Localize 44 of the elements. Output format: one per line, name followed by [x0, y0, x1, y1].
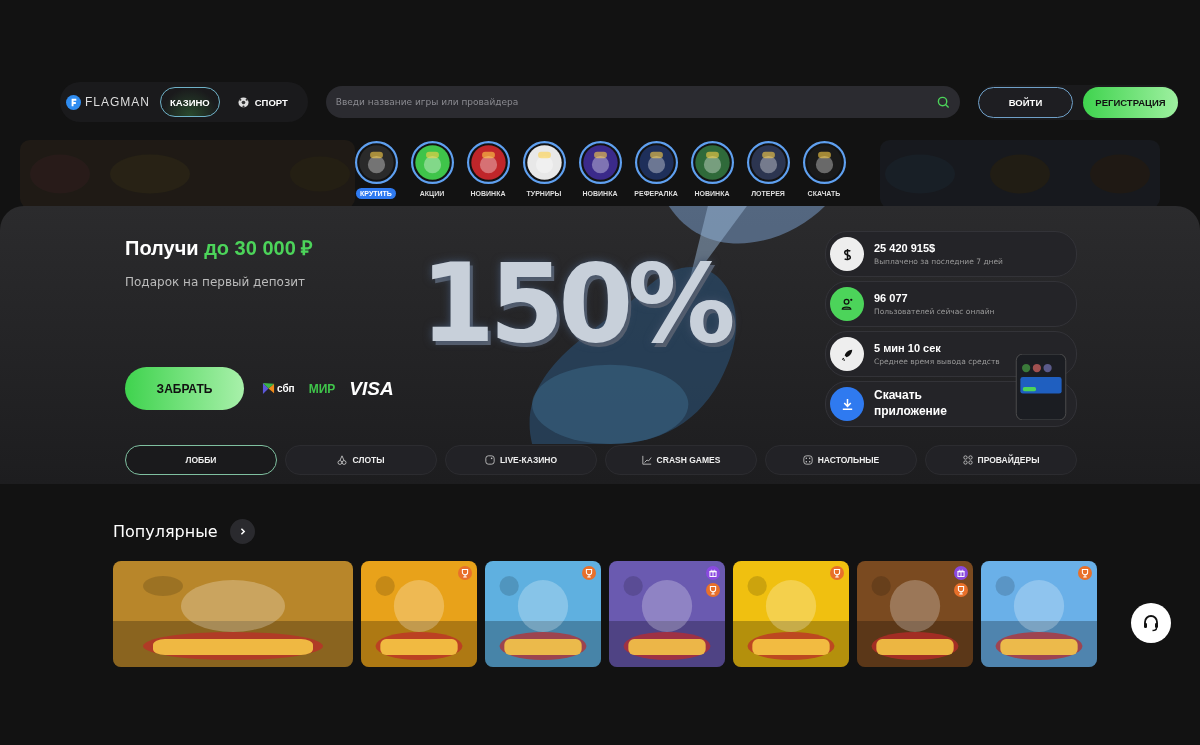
stat-value: 5 мин 10 сек	[874, 342, 942, 354]
category-tab[interactable]: LIVE-КАЗИНО	[445, 445, 597, 476]
headset-icon	[1141, 613, 1161, 633]
trophy-icon	[1078, 566, 1092, 580]
promo-title: Получи до 30 000 ₽	[125, 236, 315, 261]
stat-value: Скачать приложение	[874, 388, 948, 420]
bonus-headline: 150%	[420, 241, 730, 366]
claim-button[interactable]: ЗАБРАТЬ	[125, 367, 244, 411]
stat-value: 96 077	[874, 292, 909, 304]
payment-logo: сбп	[262, 382, 295, 396]
section-title: Популярные	[113, 522, 218, 541]
trophy-icon	[954, 583, 968, 597]
payment-logo: МИР	[308, 381, 336, 396]
search-field[interactable]: Введи название игры или провайдера	[325, 86, 960, 118]
category-tab[interactable]: НАСТОЛЬНЫЕ	[765, 445, 917, 476]
register-button[interactable]: РЕГИСТРАЦИЯ	[1083, 86, 1178, 118]
support-button[interactable]	[1131, 603, 1171, 643]
category-tab[interactable]: ЛОББИ	[125, 445, 277, 476]
payment-logo: VISA	[349, 377, 394, 400]
search-icon[interactable]	[937, 95, 950, 109]
category-tab[interactable]: СЛОТЫ	[285, 445, 437, 476]
section-tab[interactable]: КАЗИНО	[160, 87, 220, 117]
chart-icon	[641, 455, 652, 466]
section-tab[interactable]: СПОРТ	[227, 87, 298, 117]
trophy-icon	[706, 583, 720, 597]
login-button[interactable]: ВОЙТИ	[978, 86, 1073, 118]
logo-icon	[66, 94, 81, 110]
logo-text: FLAGMAN	[85, 95, 150, 109]
user-icon	[839, 296, 855, 312]
gift-icon	[954, 566, 968, 580]
trophy-icon	[830, 566, 844, 580]
category-tab[interactable]: ПРОВАЙДЕРЫ	[925, 445, 1077, 476]
screen-icon	[484, 455, 495, 466]
cherry-icon	[337, 455, 348, 466]
gift-icon	[706, 566, 720, 580]
stat-value: 25 420 915$	[874, 242, 937, 254]
dice-icon	[802, 455, 813, 466]
category-tab[interactable]: CRASH GAMES	[605, 445, 757, 476]
trophy-icon	[458, 566, 472, 580]
ball-icon	[237, 96, 249, 108]
trophy-icon	[582, 566, 596, 580]
next-button[interactable]	[229, 519, 255, 544]
grid-icon	[962, 455, 973, 466]
promo-subtitle: Подарок на первый депозит	[125, 275, 307, 289]
